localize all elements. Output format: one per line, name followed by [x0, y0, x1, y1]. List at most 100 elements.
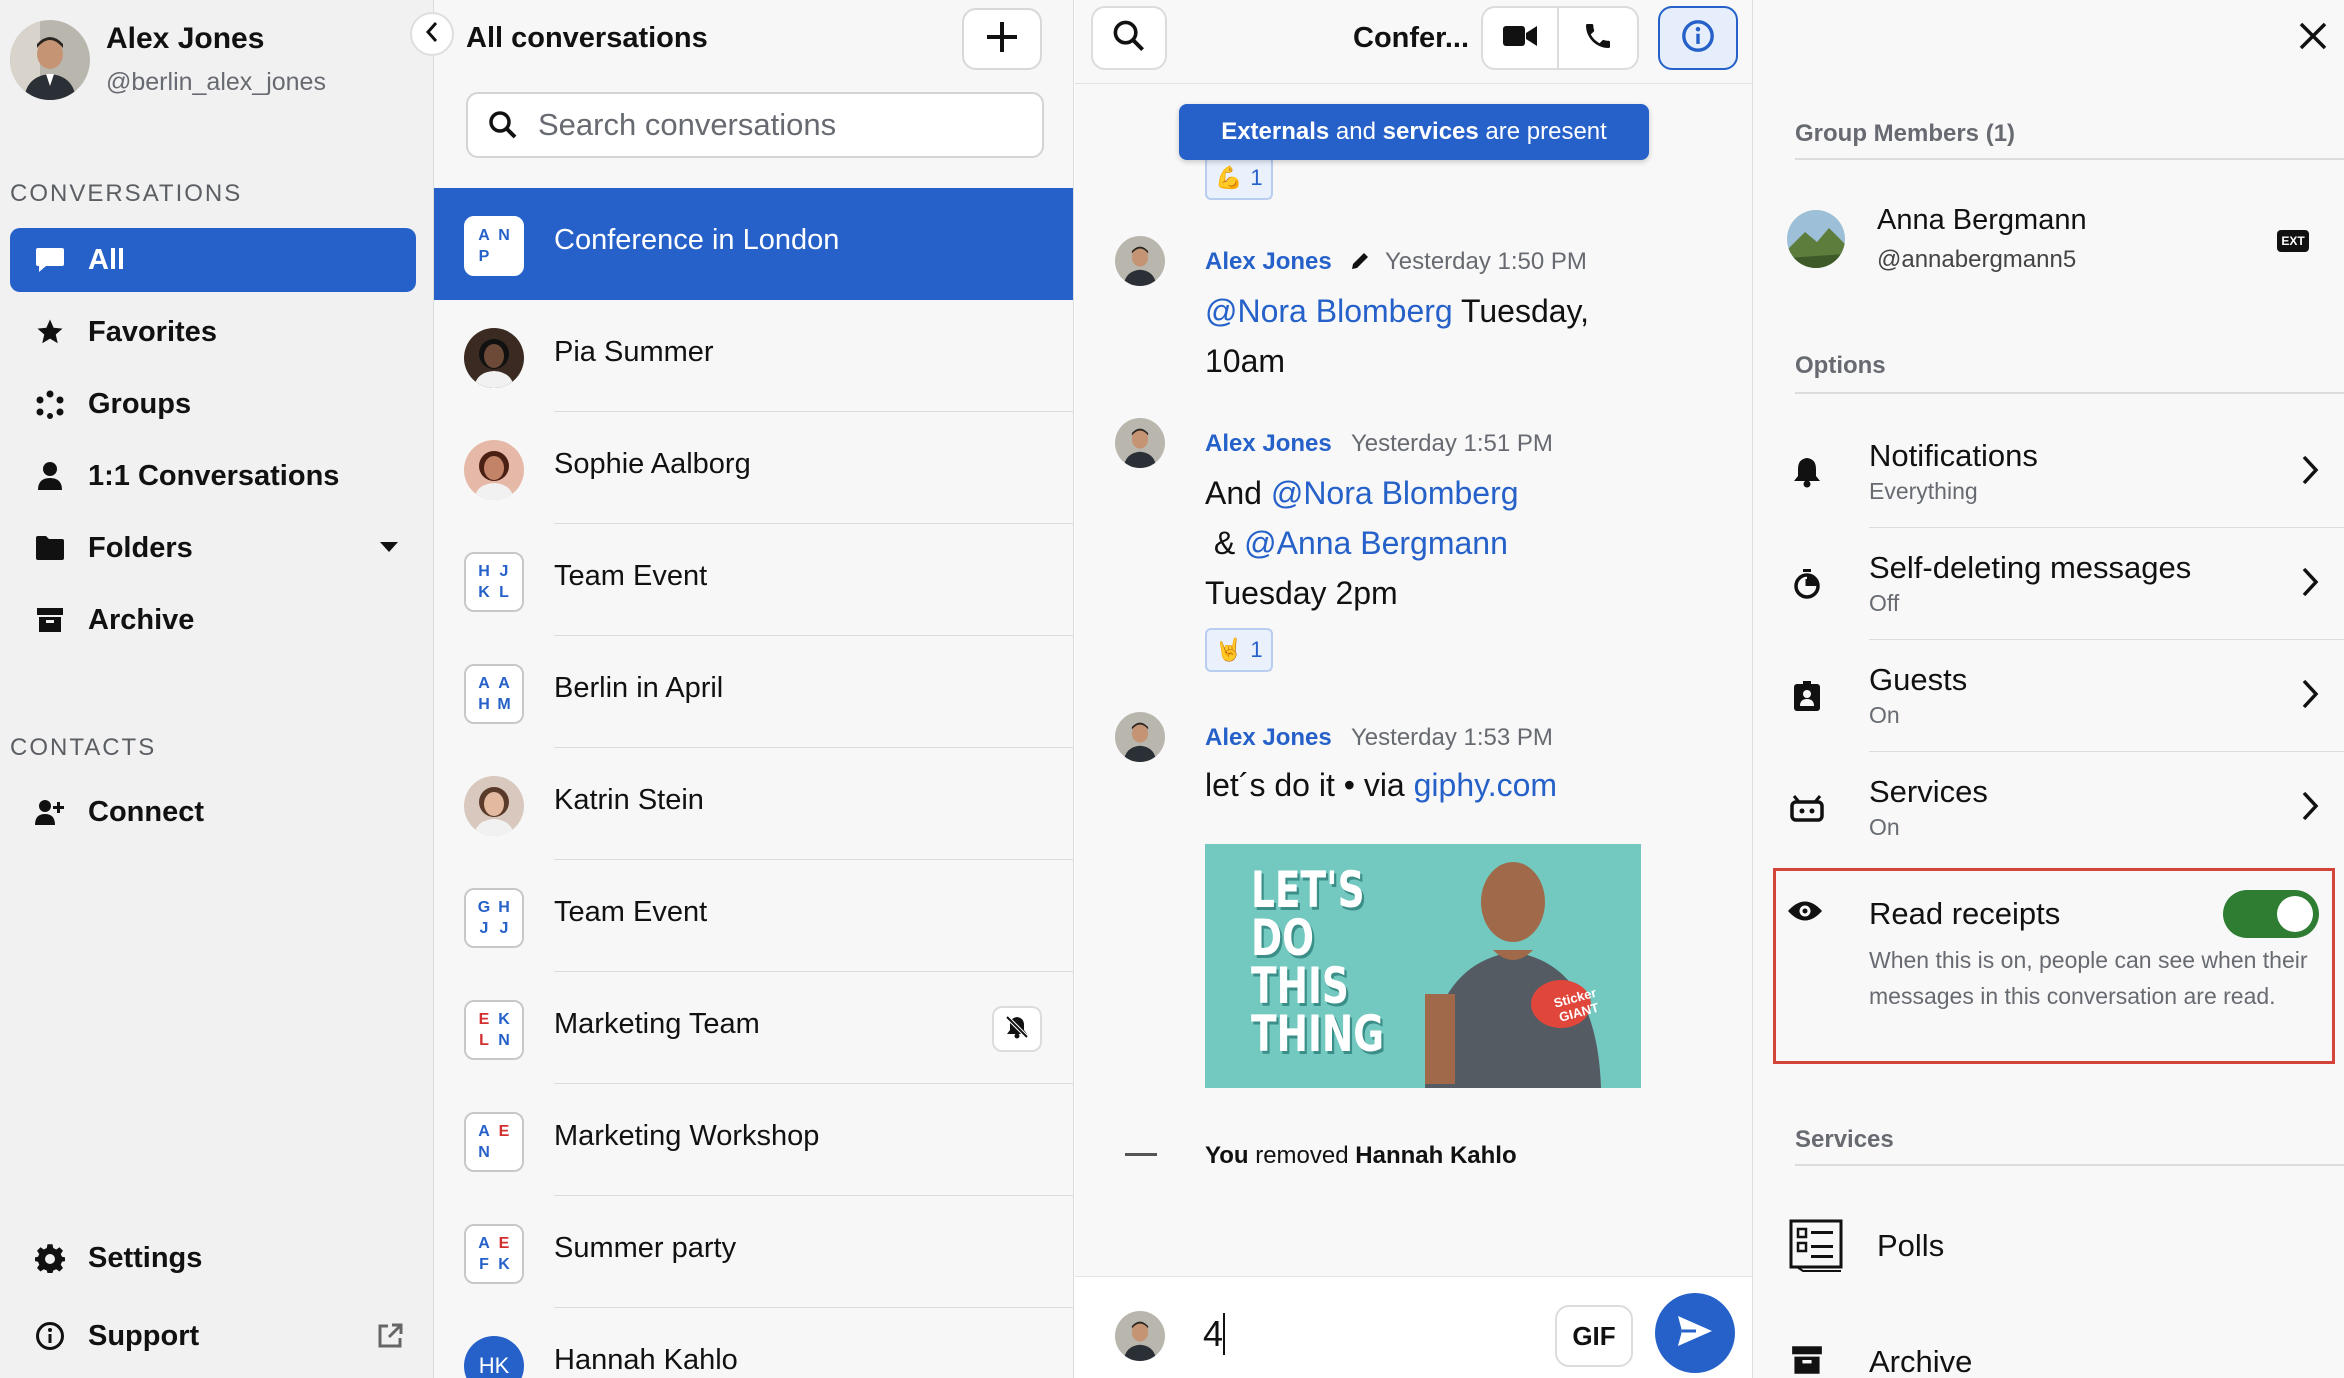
read-receipts-description: When this is on, people can see when the… [1869, 947, 2308, 1009]
option-guests[interactable]: Guests On [1753, 640, 2344, 752]
group-avatar-letter: J [479, 920, 489, 937]
group-avatar-letters: GHJJ [464, 888, 524, 948]
reaction-chip[interactable]: 🤘 1 [1205, 628, 1273, 672]
group-avatar-letters: AEFK [464, 1224, 524, 1284]
banner-externals: Externals [1221, 118, 1330, 145]
option-title: Guests [1869, 662, 1968, 697]
member-avatar[interactable] [1787, 210, 1845, 268]
conversation-details-panel: Group Members (1) Anna Bergmann @annaber… [1753, 0, 2344, 1378]
conversation-row[interactable]: A E F K Summer party [434, 1196, 1073, 1308]
banner-and: and [1329, 118, 1383, 145]
chevron-left-icon [424, 21, 440, 48]
reaction-emoji: 💪 [1215, 165, 1243, 190]
person-avatar [464, 776, 524, 836]
poll-icon [1789, 1218, 1845, 1274]
option-title: Services [1869, 774, 1988, 809]
nav-all[interactable]: All [10, 228, 416, 292]
message-author[interactable]: Alex Jones [1205, 430, 1332, 458]
system-message-who: Hannah Kahlo [1355, 1142, 1517, 1169]
group-avatar-letter: E [498, 1123, 510, 1140]
mention[interactable]: @Anna Bergmann [1244, 525, 1508, 561]
link[interactable]: giphy.com [1414, 767, 1557, 803]
message-author[interactable]: Alex Jones [1205, 724, 1332, 752]
muted-notifications-button[interactable] [992, 1006, 1042, 1052]
nav-favorites[interactable]: Favorites [10, 300, 416, 364]
send-icon [1676, 1314, 1714, 1353]
option-services[interactable]: Services On [1753, 752, 2344, 864]
service-archive[interactable]: Archive [1753, 1316, 2344, 1378]
conversation-row[interactable]: H J K L Team Event [434, 524, 1073, 636]
conversation-row[interactable]: G H J J Team Event [434, 860, 1073, 972]
conversation-name: Hannah Kahlo [554, 1344, 738, 1376]
conversation-row[interactable]: A A H M Berlin in April [434, 636, 1073, 748]
toggle-knob [2277, 896, 2313, 932]
message-avatar[interactable] [1115, 236, 1165, 286]
message-input[interactable]: 4 [1203, 1313, 1223, 1355]
mention[interactable]: @Nora Blomberg [1271, 475, 1519, 511]
conversation-row[interactable]: A N P Conference in London [434, 188, 1073, 300]
read-receipts-toggle[interactable] [2223, 890, 2319, 938]
add-person-icon [20, 797, 80, 827]
conversation-row[interactable]: HK Hannah Kahlo [434, 1308, 1073, 1378]
gif-image[interactable]: LET'S DO THIS THING Sticker GIANT [1205, 844, 1641, 1088]
group-avatar-letter: G [477, 899, 491, 916]
conversation-row[interactable]: A E N Marketing Workshop [434, 1084, 1073, 1196]
group-avatar: AEN [464, 1112, 524, 1172]
send-button[interactable] [1655, 1293, 1735, 1373]
conversation-row[interactable]: E K L N Marketing Team [434, 972, 1073, 1084]
reaction-chip[interactable]: 💪 1 [1205, 156, 1273, 200]
externals-banner[interactable]: Externals and services are present [1179, 104, 1649, 160]
nav-groups[interactable]: Groups [10, 372, 416, 436]
close-icon [2298, 21, 2328, 56]
member-handle: @annabergmann5 [1877, 246, 2077, 273]
conversation-row[interactable]: Sophie Aalborg [434, 412, 1073, 524]
group-members-title: Group Members (1) [1795, 120, 2016, 147]
service-polls[interactable]: Polls [1753, 1192, 2344, 1304]
gif-caption-line: THIS [1251, 957, 1349, 1015]
message-avatar[interactable] [1115, 712, 1165, 762]
gif-caption-line: THING [1251, 1005, 1385, 1063]
conversation-list-panel: All conversations ANPConference in Londo… [434, 0, 1074, 1378]
conversation-name: Berlin in April [554, 672, 724, 704]
new-conversation-button[interactable] [962, 8, 1042, 70]
conversation-row[interactable]: Pia Summer [434, 300, 1073, 412]
gif-button[interactable]: GIF [1555, 1305, 1633, 1367]
chat-title[interactable]: Confer... [1353, 22, 1469, 55]
nav-one-on-one[interactable]: 1:1 Conversations [10, 444, 416, 508]
group-avatar-letter: N [498, 227, 510, 244]
audio-call-button[interactable] [1559, 6, 1639, 70]
option-notifications[interactable]: Notifications Everything [1753, 416, 2344, 528]
chat-search-button[interactable] [1091, 6, 1167, 70]
message-time: Yesterday 1:50 PM [1385, 248, 1587, 275]
message-text-part: & [1205, 525, 1245, 561]
group-avatar-letter: N [498, 1032, 510, 1049]
search-box[interactable] [466, 92, 1044, 158]
group-avatar-letter: A [478, 1123, 490, 1140]
nav-folders[interactable]: Folders [10, 516, 416, 580]
option-self-deleting-messages[interactable]: Self-deleting messages Off [1753, 528, 2344, 640]
option-title: Self-deleting messages [1869, 550, 2192, 585]
nav-archive[interactable]: Archive [10, 588, 416, 652]
video-call-button[interactable] [1481, 6, 1559, 70]
nav-settings[interactable]: Settings [10, 1226, 416, 1290]
message-author[interactable]: Alex Jones [1205, 248, 1332, 276]
message-composer: 4 GIF [1075, 1276, 1752, 1378]
conversation-name: Team Event [554, 560, 708, 592]
conversation-name: Team Event [554, 896, 708, 928]
mention[interactable]: @Nora Blomberg [1205, 293, 1453, 329]
group-avatar-letter: A [498, 675, 510, 692]
search-input[interactable] [538, 107, 1018, 143]
group-avatar-letter: J [499, 920, 509, 937]
nav-connect[interactable]: Connect [10, 780, 416, 844]
close-details-button[interactable] [2293, 18, 2333, 58]
nav-support[interactable]: Support [10, 1304, 416, 1368]
conversation-info-button[interactable] [1658, 6, 1738, 70]
collapse-sidebar-button[interactable] [410, 12, 454, 56]
nav-folders-label: Folders [88, 531, 193, 564]
chevron-down-icon[interactable] [380, 542, 398, 552]
message-avatar[interactable] [1115, 418, 1165, 468]
conversation-row[interactable]: Katrin Stein [434, 748, 1073, 860]
avatar [464, 440, 524, 500]
member-name[interactable]: Anna Bergmann [1877, 204, 2087, 237]
user-avatar[interactable] [10, 20, 90, 100]
